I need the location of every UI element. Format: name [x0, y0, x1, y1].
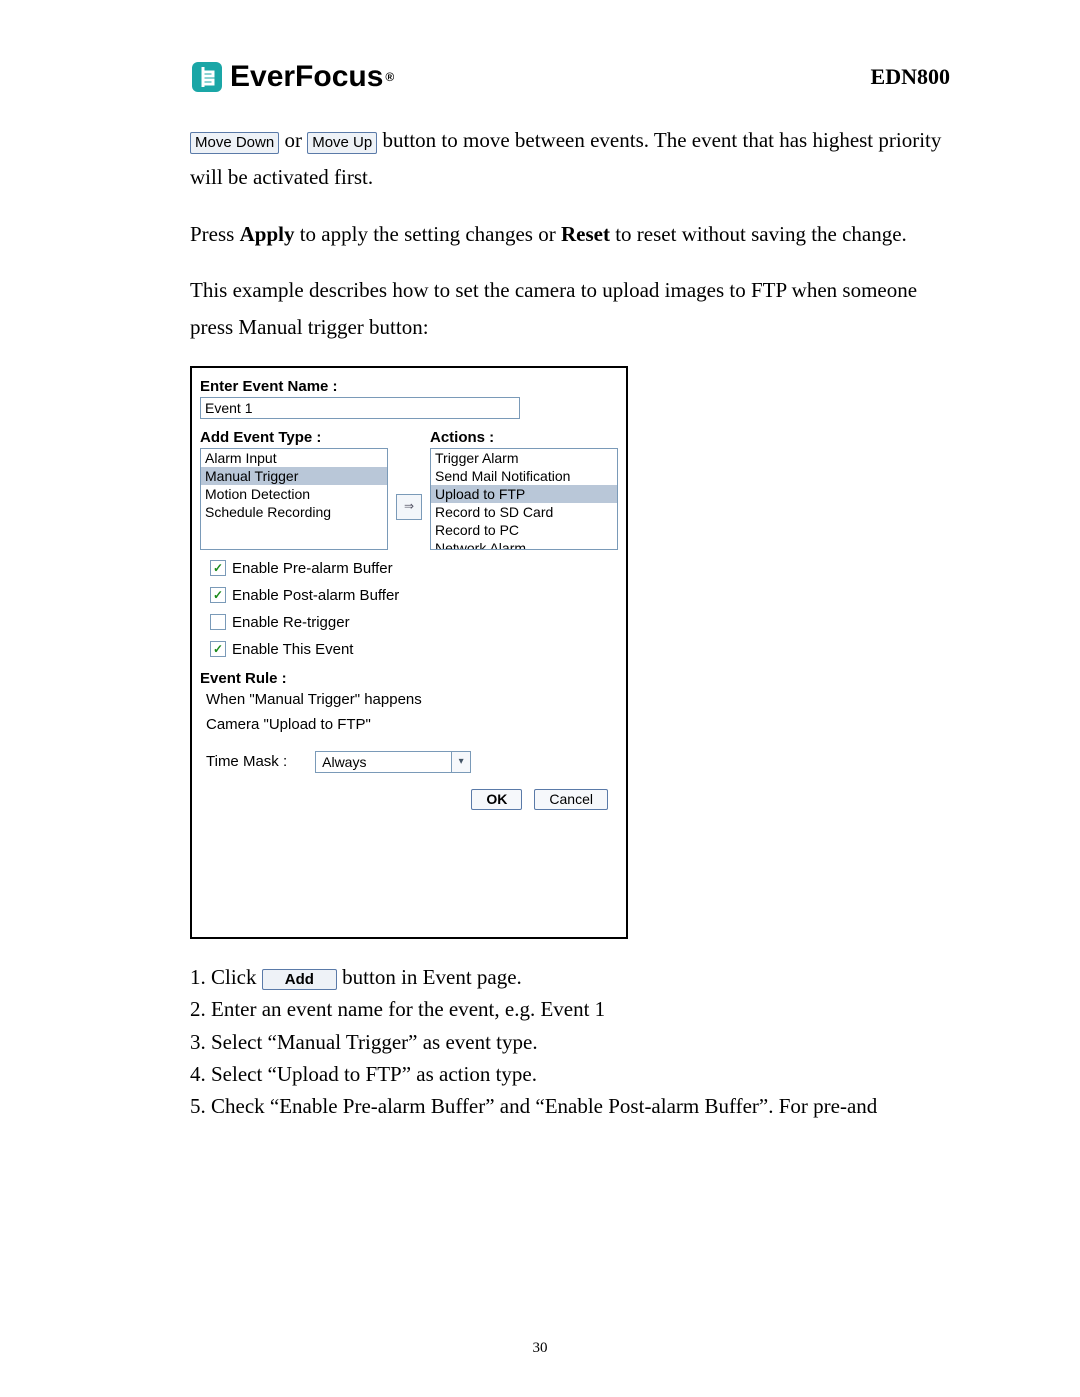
enable-prealarm-label: Enable Pre-alarm Buffer — [232, 560, 393, 577]
step-5: 5. Check “Enable Pre-alarm Buffer” and “… — [190, 1092, 950, 1121]
enable-postalarm-label: Enable Post-alarm Buffer — [232, 587, 399, 604]
actions-label: Actions : — [430, 429, 618, 446]
enable-retrigger-label: Enable Re-trigger — [232, 614, 350, 631]
enable-this-event-row: ✓ Enable This Event — [210, 641, 618, 658]
checkbox-checked-icon[interactable]: ✓ — [210, 641, 226, 657]
list-item[interactable]: Alarm Input — [201, 449, 387, 467]
header: EverFocus® EDN800 — [190, 60, 950, 94]
enable-this-event-label: Enable This Event — [232, 641, 353, 658]
move-up-button[interactable]: Move Up — [307, 132, 377, 154]
event-type-listbox[interactable]: Alarm Input Manual Trigger Motion Detect… — [200, 448, 388, 550]
move-down-button[interactable]: Move Down — [190, 132, 279, 154]
list-item[interactable]: Trigger Alarm — [431, 449, 617, 467]
apply-reset-text: Press Apply to apply the setting changes… — [190, 216, 950, 253]
chevron-down-icon: ▾ — [451, 752, 470, 772]
move-instruction: Move Down or Move Up button to move betw… — [190, 122, 950, 196]
list-item[interactable]: Send Mail Notification — [431, 467, 617, 485]
step-2: 2. Enter an event name for the event, e.… — [190, 995, 950, 1024]
page-number: 30 — [0, 1340, 1080, 1357]
cancel-button[interactable]: Cancel — [534, 789, 608, 810]
time-mask-row: Time Mask : Always ▾ — [206, 751, 618, 773]
event-dialog: Enter Event Name : Add Event Type : Alar… — [190, 366, 628, 939]
brand-name: EverFocus® — [230, 60, 394, 94]
dialog-buttons: OK Cancel — [200, 789, 608, 810]
list-item[interactable]: Upload to FTP — [431, 485, 617, 503]
time-mask-value: Always — [322, 754, 366, 770]
steps-list: 1. Click Add button in Event page. 2. En… — [190, 963, 950, 1122]
add-event-type-label: Add Event Type : — [200, 429, 388, 446]
assign-arrow-button[interactable]: ⇒ — [396, 494, 422, 520]
page: EverFocus® EDN800 Move Down or Move Up b… — [0, 0, 1080, 1397]
list-item[interactable]: Record to SD Card — [431, 503, 617, 521]
step-3: 3. Select “Manual Trigger” as event type… — [190, 1028, 950, 1057]
checkbox-unchecked-icon[interactable] — [210, 614, 226, 630]
checkbox-checked-icon[interactable]: ✓ — [210, 587, 226, 603]
logo-icon — [190, 60, 224, 94]
checkbox-checked-icon[interactable]: ✓ — [210, 560, 226, 576]
event-rule-line-1: When "Manual Trigger" happens — [206, 691, 618, 708]
actions-listbox[interactable]: Trigger Alarm Send Mail Notification Upl… — [430, 448, 618, 550]
list-item[interactable]: Network Alarm — [431, 539, 617, 550]
example-text: This example describes how to set the ca… — [190, 272, 950, 346]
list-item[interactable]: Manual Trigger — [201, 467, 387, 485]
add-button[interactable]: Add — [262, 969, 337, 990]
event-rule-label: Event Rule : — [200, 670, 618, 687]
list-item[interactable]: Motion Detection — [201, 485, 387, 503]
enable-retrigger-row: Enable Re-trigger — [210, 614, 618, 631]
enable-postalarm-row: ✓ Enable Post-alarm Buffer — [210, 587, 618, 604]
ok-button[interactable]: OK — [471, 789, 522, 810]
time-mask-select[interactable]: Always ▾ — [315, 751, 471, 773]
event-rule-line-2: Camera "Upload to FTP" — [206, 716, 618, 733]
logo: EverFocus® — [190, 60, 394, 94]
step-4: 4. Select “Upload to FTP” as action type… — [190, 1060, 950, 1089]
enable-prealarm-row: ✓ Enable Pre-alarm Buffer — [210, 560, 618, 577]
time-mask-label: Time Mask : — [206, 753, 287, 770]
enter-event-name-label: Enter Event Name : — [200, 378, 618, 395]
list-item[interactable]: Record to PC — [431, 521, 617, 539]
list-item[interactable]: Schedule Recording — [201, 503, 387, 521]
model-number: EDN800 — [871, 64, 950, 94]
step-1: 1. Click Add button in Event page. — [190, 963, 950, 992]
event-name-input[interactable] — [200, 397, 520, 419]
body-text: Move Down or Move Up button to move betw… — [190, 122, 950, 346]
